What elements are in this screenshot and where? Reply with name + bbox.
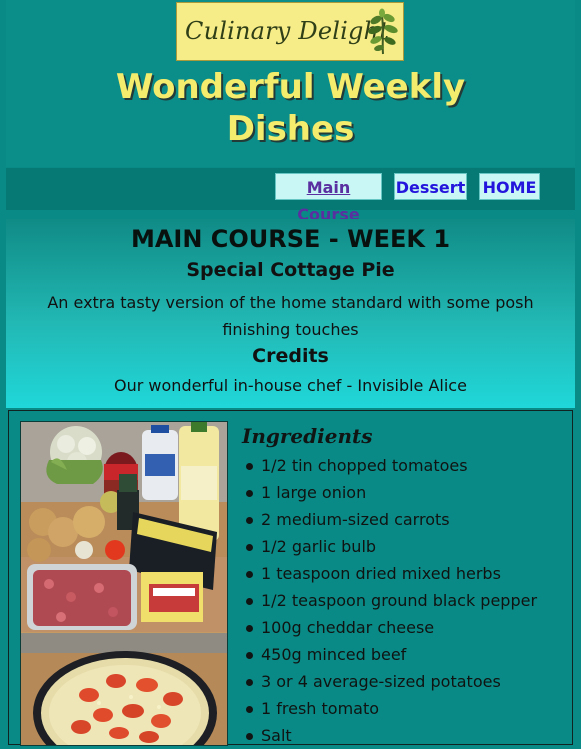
ingredient-text: 450g minced beef: [261, 645, 407, 664]
site-title-line-1: Wonderful Weekly: [115, 67, 466, 107]
list-item: 1 teaspoon dried mixed herbs: [242, 560, 567, 587]
bullet-icon: [246, 517, 253, 524]
site-title: Wonderful Weekly Dishes: [0, 66, 581, 150]
bullet-icon: [246, 544, 253, 551]
course-heading: MAIN COURSE - WEEK 1: [130, 225, 451, 253]
bullet-icon: [246, 598, 253, 605]
recipe-photos: [20, 421, 228, 746]
ingredients-list: 1/2 tin chopped tomatoes 1 large onion 2…: [242, 452, 567, 749]
ingredient-text: 2 medium-sized carrots: [261, 510, 450, 529]
ingredients-heading: Ingredients: [242, 424, 373, 448]
ingredient-text: 1/2 teaspoon ground black pepper: [261, 591, 538, 610]
list-item: 1 large onion: [242, 479, 567, 506]
list-item: 100g cheddar cheese: [242, 614, 567, 641]
ingredient-text: 100g cheddar cheese: [261, 618, 435, 637]
ingredient-text: 1/2 garlic bulb: [261, 537, 377, 556]
site-logo[interactable]: Culinary Delight: [176, 2, 404, 61]
ingredient-text: 3 or 4 average-sized potatoes: [261, 672, 501, 691]
site-title-line-2: Dishes: [226, 109, 355, 149]
bullet-icon: [246, 490, 253, 497]
recipe-content: Ingredients 1/2 tin chopped tomatoes 1 l…: [8, 410, 573, 746]
list-item: 1/2 teaspoon ground black pepper: [242, 587, 567, 614]
ingredient-text: 1 teaspoon dried mixed herbs: [261, 564, 501, 583]
credits-text: Our wonderful in-house chef - Invisible …: [114, 376, 467, 395]
nav-link-home[interactable]: HOME: [479, 173, 540, 200]
bullet-icon: [246, 733, 253, 740]
nav-link-main-course[interactable]: Main Course: [275, 173, 382, 224]
ingredients-photo: [21, 422, 227, 632]
bullet-icon: [246, 625, 253, 632]
list-item: 1 fresh tomato: [242, 695, 567, 722]
credits-title: Credits: [252, 345, 329, 367]
ingredient-text: 1 large onion: [261, 483, 367, 502]
list-item: 450g minced beef: [242, 641, 567, 668]
dish-title: Special Cottage Pie: [186, 259, 395, 281]
dish-description: An extra tasty version of the home stand…: [47, 293, 534, 339]
bullet-icon: [246, 679, 253, 686]
dish-intro: MAIN COURSE - WEEK 1 Special Cottage Pie…: [6, 219, 575, 408]
list-item: 3 or 4 average-sized potatoes: [242, 668, 567, 695]
ingredients-panel: Ingredients 1/2 tin chopped tomatoes 1 l…: [242, 421, 567, 749]
ingredient-text: Salt: [261, 726, 292, 745]
bullet-icon: [246, 463, 253, 470]
logo-text: Culinary Delight: [185, 17, 390, 45]
nav-link-dessert[interactable]: Dessert: [394, 173, 467, 200]
ingredient-text: 1/2 tin chopped tomatoes: [261, 456, 468, 475]
cottage-pie-photo: [21, 633, 227, 745]
list-item: 1/2 tin chopped tomatoes: [242, 452, 567, 479]
bullet-icon: [246, 706, 253, 713]
bullet-icon: [246, 571, 253, 578]
list-item: 1/2 garlic bulb: [242, 533, 567, 560]
list-item: 2 medium-sized carrots: [242, 506, 567, 533]
herb-sprig-icon: [368, 8, 398, 55]
ingredient-text: 1 fresh tomato: [261, 699, 380, 718]
bullet-icon: [246, 652, 253, 659]
